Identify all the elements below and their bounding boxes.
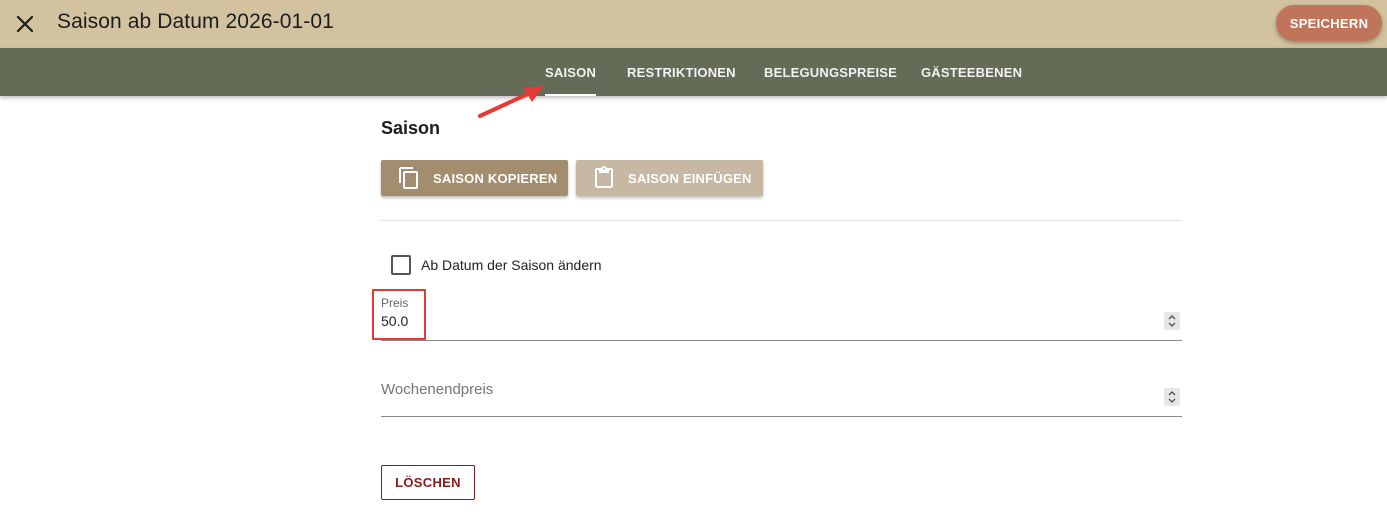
price-label: Preis [381, 296, 409, 310]
copy-season-label: SAISON KOPIEREN [433, 170, 558, 186]
weekend-price-stepper[interactable] [1164, 388, 1180, 406]
close-button[interactable] [12, 11, 38, 37]
tab-gaesteebenen[interactable]: GÄSTEEBENEN [921, 48, 1022, 96]
tab-restriktionen[interactable]: RESTRIKTIONEN [627, 48, 736, 96]
clipboard-icon [592, 166, 616, 190]
change-date-label: Ab Datum der Saison ändern [421, 257, 602, 273]
section-divider [381, 220, 1182, 221]
close-icon [16, 15, 34, 33]
save-button[interactable]: SPEICHERN [1276, 5, 1382, 41]
title-bar: Saison ab Datum 2026-01-01 SPEICHERN [0, 0, 1387, 48]
annotation-arrow-icon [478, 86, 544, 118]
price-stepper[interactable] [1164, 312, 1180, 330]
tab-bar: SAISON RESTRIKTIONEN BELEGUNGSPREISE GÄS… [0, 48, 1387, 96]
weekend-price-field[interactable]: Wochenendpreis [381, 370, 1182, 417]
price-field[interactable]: Preis 50.0 [381, 290, 1182, 341]
copy-season-button[interactable]: SAISON KOPIEREN [381, 160, 568, 196]
paste-season-button[interactable]: SAISON EINFÜGEN [576, 160, 763, 196]
stepper-icon [1168, 315, 1176, 327]
page-title: Saison ab Datum 2026-01-01 [57, 10, 334, 33]
copy-icon [397, 166, 421, 190]
tab-saison[interactable]: SAISON [545, 48, 597, 96]
section-title: Saison [381, 118, 441, 138]
change-date-checkbox[interactable] [391, 255, 411, 275]
paste-season-label: SAISON EINFÜGEN [628, 170, 752, 186]
delete-button[interactable]: LÖSCHEN [381, 465, 475, 500]
tab-belegungspreise[interactable]: BELEGUNGSPREISE [764, 48, 897, 96]
weekend-price-label: Wochenendpreis [381, 381, 494, 398]
price-input[interactable]: 50.0 [381, 313, 408, 329]
stepper-icon [1168, 391, 1176, 403]
